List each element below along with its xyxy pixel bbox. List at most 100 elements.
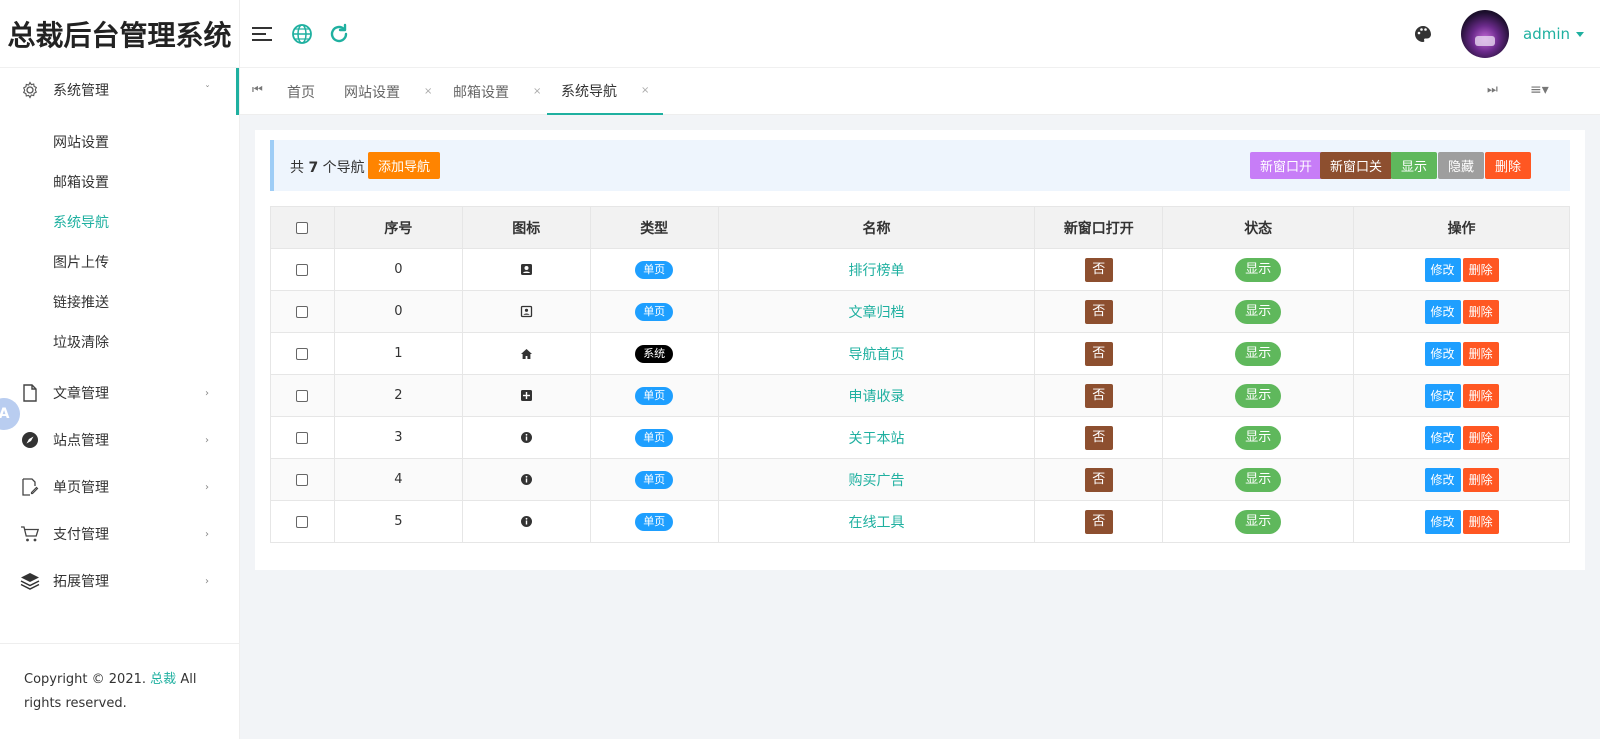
tab-mail-settings[interactable]: 邮箱设置 × [453,68,541,115]
batch-show-button[interactable]: 显示 [1391,152,1438,179]
user-menu[interactable]: admin [1523,25,1584,43]
delete-button[interactable]: 删除 [1462,383,1499,408]
tab-scroll-left-icon[interactable]: ⏮ [252,82,263,97]
name-cell: 购买广告 [717,458,1036,501]
new-window-badge[interactable]: 否 [1084,299,1113,324]
chevron-right-icon: › [205,575,209,587]
status-cell: 显示 [1162,500,1355,543]
row-checkbox[interactable] [296,431,309,444]
status-badge[interactable]: 显示 [1235,509,1282,534]
tab-system-nav[interactable]: 系统导航 × [547,68,664,115]
index-cell: 4 [333,458,463,501]
tab-website-settings[interactable]: 网站设置 × [344,68,432,115]
name-cell: 导航首页 [717,332,1036,375]
row-checkbox[interactable] [296,305,309,318]
delete-button[interactable]: 删除 [1462,509,1499,534]
batch-close-new-window-button[interactable]: 新窗口关 [1320,152,1393,179]
palette-icon[interactable] [1413,24,1433,44]
sidebar-group-articles[interactable]: 文章管理 › [0,373,240,413]
copyright-link[interactable]: 总裁 [150,672,176,687]
row-checkbox[interactable] [296,263,309,276]
tab-menu-icon[interactable]: ≡▾ [1530,82,1549,98]
sidebar-item-system-nav[interactable]: 系统导航 [53,212,109,232]
sidebar-item-image-upload[interactable]: 图片上传 [53,252,109,272]
row-checkbox-cell [270,290,335,333]
row-checkbox[interactable] [296,389,309,402]
table-row: 0 单页 排行榜单 否 显示 修改 删除 [270,248,1570,291]
new-window-badge[interactable]: 否 [1084,467,1113,492]
sidebar-item-link-push[interactable]: 链接推送 [53,292,109,312]
nav-name-link[interactable]: 在线工具 [849,515,905,531]
status-badge[interactable]: 显示 [1235,467,1282,492]
sidebar-item-garbage-clean[interactable]: 垃圾清除 [53,332,109,352]
sidebar-group-sites[interactable]: 站点管理 › [0,420,240,460]
status-badge[interactable]: 显示 [1235,257,1282,282]
nav-name-link[interactable]: 购买广告 [849,473,905,489]
row-checkbox[interactable] [296,347,309,360]
sidebar-item-mail-settings[interactable]: 邮箱设置 [53,172,109,192]
select-all-checkbox[interactable] [296,221,309,234]
new-window-badge[interactable]: 否 [1084,257,1113,282]
batch-open-new-window-button[interactable]: 新窗口开 [1250,152,1323,179]
edit-button[interactable]: 修改 [1424,425,1461,450]
globe-icon[interactable] [290,22,314,46]
new-window-badge[interactable]: 否 [1084,383,1113,408]
delete-button[interactable]: 删除 [1462,257,1499,282]
delete-button[interactable]: 删除 [1462,299,1499,324]
sidebar-group-payments[interactable]: 支付管理 › [0,514,240,554]
new-window-badge[interactable]: 否 [1084,509,1113,534]
new-window-badge[interactable]: 否 [1084,341,1113,366]
edit-button[interactable]: 修改 [1424,257,1461,282]
total-prefix: 共 [290,160,304,176]
nav-name-link[interactable]: 关于本站 [849,431,905,447]
edit-button[interactable]: 修改 [1424,341,1461,366]
new-window-badge[interactable]: 否 [1084,425,1113,450]
row-checkbox[interactable] [296,515,309,528]
sidebar-group-label: 系统管理 [53,83,109,99]
status-badge[interactable]: 显示 [1235,383,1282,408]
chevron-right-icon: › [205,387,209,399]
close-icon[interactable]: × [533,86,541,97]
edit-button[interactable]: 修改 [1424,509,1461,534]
status-badge[interactable]: 显示 [1235,425,1282,450]
compass-icon [20,430,40,450]
tab-bar: ⏮ 首页 网站设置 × 邮箱设置 × 系统导航 × ⏭ ≡▾ [240,68,1600,115]
sidebar-item-website-settings[interactable]: 网站设置 [53,132,109,152]
sidebar-group-pages[interactable]: 单页管理 › [0,467,240,507]
app-logo-title[interactable]: 总裁后台管理系统 [0,0,240,68]
header-checkbox-cell [270,206,335,249]
refresh-icon[interactable] [327,22,351,46]
delete-button[interactable]: 删除 [1462,467,1499,492]
batch-delete-button[interactable]: 删除 [1485,152,1532,179]
new-window-cell: 否 [1034,248,1164,291]
edit-button[interactable]: 修改 [1424,383,1461,408]
actions-cell: 修改 删除 [1353,290,1570,333]
status-badge[interactable]: 显示 [1235,299,1282,324]
nav-name-link[interactable]: 申请收录 [849,389,905,405]
nav-name-link[interactable]: 导航首页 [849,347,905,363]
delete-button[interactable]: 删除 [1462,341,1499,366]
add-nav-button[interactable]: 添加导航 [368,152,441,179]
status-badge[interactable]: 显示 [1235,341,1282,366]
edit-button[interactable]: 修改 [1424,467,1461,492]
edit-button[interactable]: 修改 [1424,299,1461,324]
sidebar-group-label: 文章管理 [53,386,109,402]
avatar[interactable] [1461,10,1509,58]
nav-name-link[interactable]: 文章归档 [849,305,905,321]
header-right: admin [1413,0,1600,68]
plus-square-icon [519,389,533,403]
menu-toggle-icon[interactable] [250,22,274,46]
sidebar-group-system[interactable]: 系统管理 ˇ [0,70,240,110]
status-cell: 显示 [1162,248,1355,291]
nav-name-link[interactable]: 排行榜单 [849,263,905,279]
batch-hide-button[interactable]: 隐藏 [1438,152,1485,179]
tab-scroll-right-icon[interactable]: ⏭ [1487,82,1498,97]
actions-cell: 修改 删除 [1353,374,1570,417]
close-icon[interactable]: × [641,85,649,96]
type-badge: 单页 [635,428,674,447]
tab-home[interactable]: 首页 [287,68,315,115]
sidebar-group-extensions[interactable]: 拓展管理 › [0,561,240,601]
row-checkbox[interactable] [296,473,309,486]
delete-button[interactable]: 删除 [1462,425,1499,450]
close-icon[interactable]: × [424,86,432,97]
